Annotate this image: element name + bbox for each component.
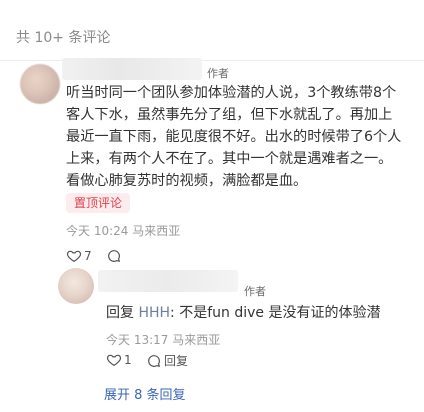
reply-like-button[interactable]: 1 <box>106 352 132 368</box>
pinned-badge: 置顶评论 <box>66 193 131 213</box>
reply-text: 回复 HHH: 不是fun dive 是没有证的体验潜 <box>106 302 380 322</box>
reply-button[interactable] <box>106 248 122 264</box>
heart-icon <box>66 248 82 264</box>
heart-icon <box>106 352 122 368</box>
like-button[interactable]: 7 <box>66 248 92 264</box>
expand-replies-link[interactable]: 展开 8 条回复 <box>104 384 186 403</box>
reply-avatar[interactable] <box>58 268 94 304</box>
reply-author-name-blurred[interactable] <box>98 270 238 292</box>
reply-body: : 不是fun dive 是没有证的体验潜 <box>170 305 381 321</box>
comment-meta: 今天 10:24 马来西亚 <box>66 224 181 238</box>
reply-reply-button[interactable]: 回复 <box>146 352 188 369</box>
reply-prefix: 回复 <box>106 305 134 321</box>
reply-like-count: 1 <box>124 353 132 367</box>
reply-author-tag: 作者 <box>244 285 266 298</box>
reply-reply-label: 回复 <box>164 354 189 368</box>
comment-count: 共 10+ 条评论 <box>16 30 111 46</box>
comment-text: 听当时同一个团队参加体验潜的人说，3个教练带8个客人下水，虽然事先分了组，但下水… <box>66 85 402 189</box>
author-name-blurred[interactable] <box>62 58 202 80</box>
avatar[interactable] <box>20 64 60 104</box>
author-tag: 作者 <box>207 67 229 80</box>
like-count: 7 <box>84 249 92 263</box>
comment-bubble-icon <box>106 248 122 264</box>
reply-target-user[interactable]: HHH <box>138 305 170 321</box>
comment-bubble-icon <box>146 353 162 369</box>
reply-meta: 今天 13:17 马来西亚 <box>106 333 221 347</box>
